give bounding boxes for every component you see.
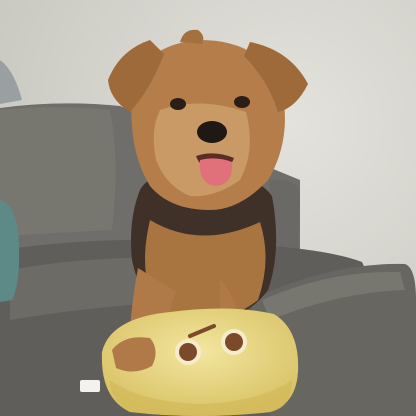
toy-tag [80, 380, 100, 392]
dog-right-eye [234, 96, 250, 108]
toy-left-eye [179, 343, 197, 361]
toy-right-eye [225, 333, 243, 351]
sofa-back-cushion-left [0, 107, 116, 236]
dog-left-eye [170, 98, 186, 110]
dog-photo [0, 0, 416, 416]
photo-scene [0, 0, 416, 416]
dog-nose [197, 121, 227, 143]
